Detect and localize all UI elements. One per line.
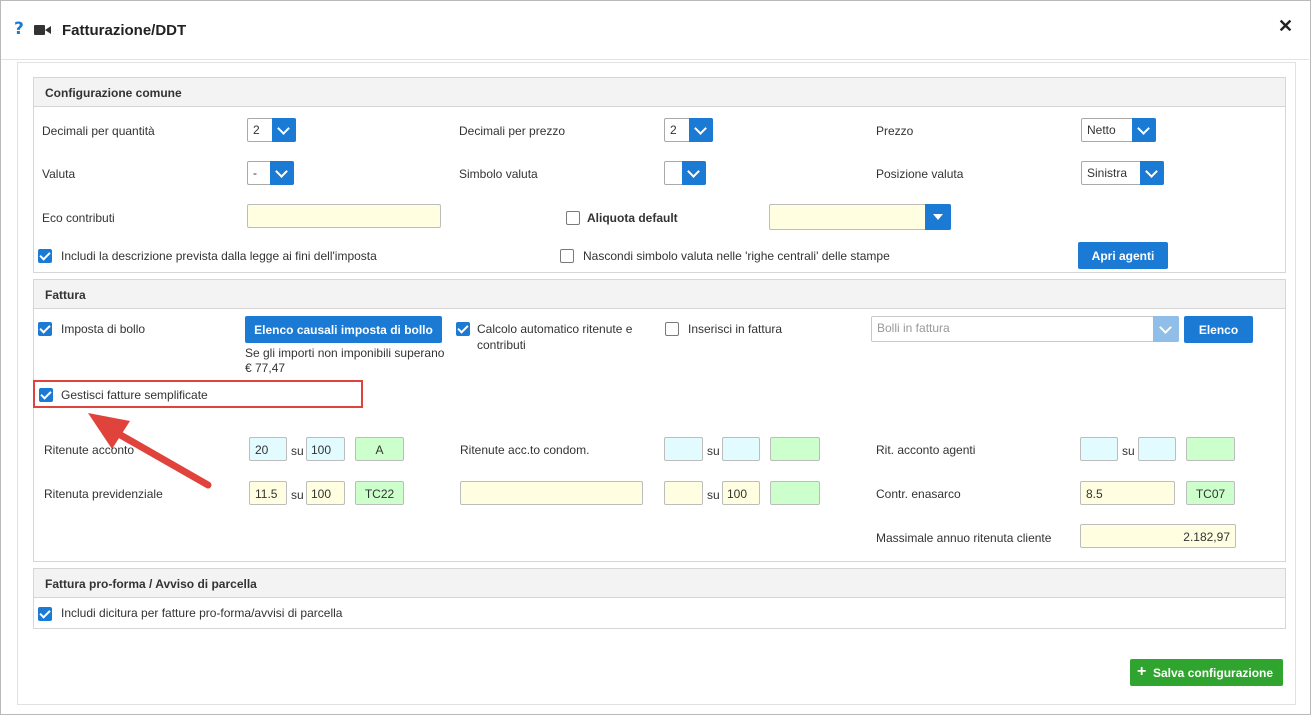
chevron-down-icon <box>270 161 294 185</box>
agents-withholding-label: Rit. acconto agenti <box>876 443 976 457</box>
insert-in-invoice-checkbox[interactable] <box>665 322 679 336</box>
insert-in-invoice-label: Inserisci in fattura <box>688 322 783 336</box>
elenco-button[interactable]: Elenco <box>1184 316 1253 343</box>
stamp-note-line1: Se gli importi non imponibili superano <box>245 346 445 360</box>
price-select[interactable]: Netto <box>1081 118 1156 142</box>
common-config-header: Configurazione comune <box>34 78 1285 107</box>
agents-percent-input[interactable] <box>1080 437 1118 461</box>
proforma-header: Fattura pro-forma / Avviso di parcella <box>34 569 1285 598</box>
su-label: su <box>707 444 720 458</box>
save-configuration-button[interactable]: + Salva configurazione <box>1130 659 1283 686</box>
auto-calc-label-line2: contributi <box>477 338 526 352</box>
chevron-down-icon <box>1132 118 1156 142</box>
condom-base-input[interactable] <box>722 437 760 461</box>
su-label: su <box>291 444 304 458</box>
social-security-percent-input[interactable]: 11.5 <box>249 481 287 505</box>
plus-icon: + <box>1137 663 1147 680</box>
eco-contributions-input[interactable] <box>247 204 441 228</box>
invoice-header: Fattura <box>34 280 1285 309</box>
decimals-price-select[interactable]: 2 <box>664 118 713 142</box>
include-description-label: Includi la descrizione prevista dalla le… <box>61 249 377 263</box>
price-label: Prezzo <box>876 124 914 138</box>
currency-select[interactable]: - <box>247 161 294 185</box>
extra-code-input[interactable] <box>770 481 820 505</box>
highlight-box <box>33 380 363 408</box>
stamp-causes-list-button[interactable]: Elenco causali imposta di bollo <box>245 316 442 343</box>
default-rate-label: Aliquota default <box>587 211 678 225</box>
extra-description-input[interactable] <box>460 481 643 505</box>
eco-contributions-label: Eco contributi <box>42 211 115 225</box>
default-rate-select[interactable] <box>769 204 951 230</box>
caret-down-icon <box>925 204 951 230</box>
proforma-include-label: Includi dicitura per fatture pro-forma/a… <box>61 606 343 620</box>
agents-base-input[interactable] <box>1138 437 1176 461</box>
chevron-down-icon <box>272 118 296 142</box>
decimals-price-label: Decimali per prezzo <box>459 124 566 138</box>
withholding-base-input[interactable]: 100 <box>306 437 345 461</box>
dialog-title: Fatturazione/DDT <box>62 22 187 39</box>
dialog-titlebar <box>1 1 1309 60</box>
withholding-code-input[interactable]: A <box>355 437 404 461</box>
stamp-duty-label: Imposta di bollo <box>61 322 146 336</box>
include-description-checkbox[interactable] <box>38 249 52 263</box>
hide-symbol-label: Nascondi simbolo valuta nelle 'righe cen… <box>583 249 890 263</box>
su-label: su <box>707 488 720 502</box>
withholding-label: Ritenute acconto <box>44 443 135 457</box>
su-label: su <box>291 488 304 502</box>
decimals-qty-label: Decimali per quantità <box>42 124 155 138</box>
agents-code-input[interactable] <box>1186 437 1235 461</box>
panel-title: Fattura <box>45 288 86 302</box>
annual-cap-label: Massimale annuo ritenuta cliente <box>876 531 1052 545</box>
currency-position-select[interactable]: Sinistra <box>1081 161 1164 185</box>
currency-label: Valuta <box>42 167 76 181</box>
auto-calc-checkbox[interactable] <box>456 322 470 336</box>
video-camera-icon[interactable] <box>34 25 51 35</box>
stamp-duty-checkbox[interactable] <box>38 322 52 336</box>
default-rate-checkbox[interactable] <box>566 211 580 225</box>
hide-symbol-checkbox[interactable] <box>560 249 574 263</box>
auto-calc-label-line1: Calcolo automatico ritenute e <box>477 322 633 336</box>
currency-position-label: Posizione valuta <box>876 167 964 181</box>
condom-withholding-label: Ritenute acc.to condom. <box>460 443 590 457</box>
bolli-select[interactable]: Bolli in fattura <box>871 316 1179 342</box>
extra-percent-input[interactable] <box>664 481 703 505</box>
condom-percent-input[interactable] <box>664 437 703 461</box>
currency-symbol-label: Simbolo valuta <box>459 167 538 181</box>
enasarco-percent-input[interactable]: 8.5 <box>1080 481 1175 505</box>
chevron-down-icon <box>1140 161 1164 185</box>
extra-base-input[interactable]: 100 <box>722 481 760 505</box>
panel-title: Configurazione comune <box>45 86 182 100</box>
withholding-percent-input[interactable]: 20 <box>249 437 287 461</box>
enasarco-code-input[interactable]: TC07 <box>1186 481 1235 505</box>
annual-cap-input[interactable]: 2.182,97 <box>1080 524 1236 548</box>
social-security-base-input[interactable]: 100 <box>306 481 345 505</box>
help-icon[interactable]: ? <box>14 19 24 39</box>
chevron-down-icon <box>689 118 713 142</box>
close-icon[interactable]: ✕ <box>1278 16 1293 37</box>
decimals-qty-select[interactable]: 2 <box>247 118 296 142</box>
panel-title: Fattura pro-forma / Avviso di parcella <box>45 577 257 591</box>
proforma-include-checkbox[interactable] <box>38 607 52 621</box>
condom-code-input[interactable] <box>770 437 820 461</box>
currency-symbol-select[interactable] <box>664 161 706 185</box>
su-label: su <box>1122 444 1135 458</box>
chevron-down-icon <box>1153 316 1179 342</box>
enasarco-label: Contr. enasarco <box>876 487 961 501</box>
chevron-down-icon <box>682 161 706 185</box>
social-security-code-input[interactable]: TC22 <box>355 481 404 505</box>
stamp-note-line2: € 77,47 <box>245 361 286 375</box>
social-security-label: Ritenuta previdenziale <box>44 487 163 501</box>
open-agents-button[interactable]: Apri agenti <box>1078 242 1168 269</box>
